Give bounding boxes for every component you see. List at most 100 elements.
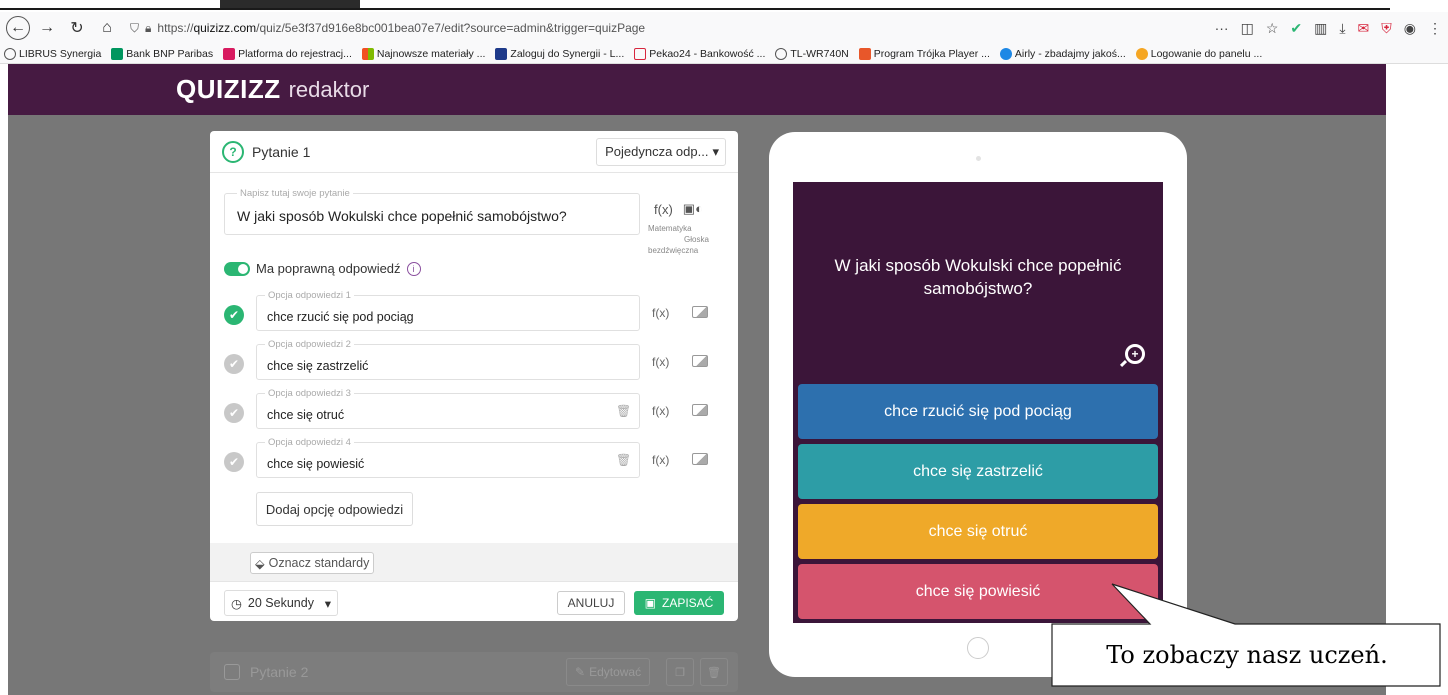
globe-icon (775, 47, 788, 60)
cancel-button[interactable]: ANULUJ (557, 591, 625, 615)
save-button[interactable]: ▣ ZAPISAĆ (634, 591, 724, 615)
preview-question: W jaki sposób Wokulski chce popełnić sam… (834, 256, 1122, 298)
correct-answer-toggle[interactable] (224, 261, 250, 276)
home-button[interactable]: ⌂ (94, 15, 120, 41)
lock-icon: 🔒︎ (145, 20, 152, 35)
duplicate-button: ❐ (666, 658, 694, 686)
quizizz-logo[interactable]: QUIZIZZ (176, 74, 281, 105)
trash-icon[interactable]: 🗑︎ (616, 404, 631, 418)
radio-icon (858, 47, 871, 60)
edit-button: ✎ Edytować (566, 658, 651, 686)
address-bar[interactable]: ⛉ 🔒︎ https://quizizz.com/quiz/5e3f37d916… (130, 16, 1130, 40)
bookmark-item[interactable]: Program Trójka Player ... (858, 47, 990, 60)
check-icon[interactable]: ✔ (224, 452, 244, 472)
answer-input[interactable]: Opcja odpowiedzi 2 chce się zastrzelić (256, 339, 640, 380)
preview-answer[interactable]: chce się otruć (798, 504, 1158, 559)
check-icon[interactable]: ✔ (224, 305, 244, 325)
tab-divider (0, 8, 1390, 10)
account-icon[interactable]: ◉ (1404, 20, 1416, 37)
editor-header: ? Pytanie 1 Pojedyncza odp... ▾ (210, 131, 738, 173)
check-icon[interactable]: ✔ (224, 403, 244, 423)
correct-answer-toggle-row: Ma poprawną odpowiedź i (224, 261, 421, 276)
trash-icon[interactable]: 🗑︎ (616, 453, 631, 467)
check-icon[interactable]: ✔ (224, 354, 244, 374)
library-icon[interactable]: ▥ (1314, 20, 1327, 37)
airly-icon (999, 47, 1012, 60)
back-button[interactable]: ← (6, 16, 30, 40)
bank-icon (111, 47, 124, 60)
extension-red-icon[interactable]: ✉ (1358, 20, 1370, 37)
bookmark-item[interactable]: Zaloguj do Synergii - L... (495, 47, 624, 60)
arrow-left-icon: ← (10, 19, 26, 36)
panel-icon (1135, 47, 1148, 60)
answer-input[interactable]: Opcja odpowiedzi 1 chce rzucić się pod p… (256, 290, 640, 331)
answer-input[interactable]: Opcja odpowiedzi 4 chce się powiesić (256, 437, 640, 478)
ublock-icon[interactable]: ⛨ (1381, 20, 1392, 37)
bookmark-item[interactable]: Pekao24 - Bankowość ... (634, 47, 765, 60)
bookmark-item[interactable]: Platforma do rejestracj... (223, 47, 352, 60)
image-audio-icon[interactable]: ▣◐ (683, 201, 703, 217)
question-type-value: Pojedyncza odp... (605, 144, 709, 159)
math-icon[interactable]: f(x) (652, 404, 669, 418)
bookmark-item[interactable]: Bank BNP Paribas (111, 47, 213, 60)
math-icon[interactable]: f(x) (652, 453, 669, 467)
toggle-label: Ma poprawną odpowiedź (256, 261, 401, 276)
question-placeholder: Napisz tutaj swoje pytanie (237, 188, 353, 199)
caret-down-icon: ▾ (712, 143, 719, 159)
time-select[interactable]: ◷ 20 Sekundy ▾ (224, 590, 338, 616)
shield-icon: ⛉ (130, 20, 140, 35)
toolbar-icons: ··· ◫ ☆ ✔ ▥ ⤓ ✉ ⛨ ◉ ⋮ (1215, 12, 1442, 44)
editor-footer: ◷ 20 Sekundy ▾ ANULUJ ▣ ZAPISAĆ (210, 581, 738, 621)
trash-icon: 🗑︎ (707, 666, 721, 679)
image-icon[interactable] (692, 404, 708, 416)
bookmark-item[interactable]: Logowanie do panelu ... (1135, 47, 1262, 60)
image-icon[interactable] (692, 355, 708, 367)
reload-button[interactable]: ↻ (64, 15, 90, 41)
pekao-icon (634, 47, 647, 60)
bookmark-item[interactable]: Najnowsze materiały ... (361, 47, 485, 60)
window-top-strip (0, 0, 1448, 12)
tag-standards-button[interactable]: ⬙ Oznacz standardy (250, 552, 375, 574)
synergia-icon (495, 47, 508, 60)
delete-button: 🗑︎ (700, 658, 728, 686)
question-input[interactable]: Napisz tutaj swoje pytanie W jaki sposób… (224, 188, 640, 235)
bookmark-item[interactable]: LIBRUS Synergia (4, 47, 101, 60)
math-icon[interactable]: f(x) (654, 202, 673, 217)
math-icon[interactable]: f(x) (652, 355, 669, 369)
tag-icon: ⬙ (255, 556, 265, 571)
checkbox-icon (224, 664, 240, 680)
tool-labels: Matematyka Głoska bezdźwięczna (648, 224, 709, 255)
image-icon[interactable] (692, 453, 708, 465)
preview-screen: W jaki sposób Wokulski chce popełnić sam… (793, 182, 1163, 623)
arrow-right-icon: → (39, 19, 55, 36)
add-option-button[interactable]: Dodaj opcję odpowiedzi (256, 492, 413, 526)
globe-icon (4, 47, 16, 60)
star-icon[interactable]: ☆ (1266, 20, 1279, 37)
more-icon[interactable]: ··· (1215, 20, 1229, 36)
pocket-icon[interactable]: ◫ (1241, 20, 1254, 37)
forward-button[interactable]: → (34, 15, 60, 41)
zoom-in-icon[interactable]: + (1125, 344, 1145, 364)
preview-answer[interactable]: chce się zastrzelić (798, 444, 1158, 499)
question-tools: f(x) ▣◐ (654, 201, 703, 217)
image-icon[interactable] (692, 306, 708, 318)
platform-icon (223, 47, 236, 60)
question-value: W jaki sposób Wokulski chce popełnić sam… (237, 208, 567, 224)
math-icon[interactable]: f(x) (652, 306, 669, 320)
answer-option: ✔ Opcja odpowiedzi 4 chce się powiesić 🗑… (224, 437, 728, 478)
download-icon[interactable]: ⤓ (1339, 20, 1345, 37)
question-2-title: Pytanie 2 (250, 664, 309, 680)
browser-toolbar: ← → ↻ ⌂ ⛉ 🔒︎ https://quizizz.com/quiz/5e… (0, 12, 1448, 44)
answer-option: ✔ Opcja odpowiedzi 2 chce się zastrzelić… (224, 339, 728, 380)
question-type-select[interactable]: Pojedyncza odp... ▾ (596, 137, 726, 166)
bookmark-item[interactable]: Airly - zbadajmy jakoś... (999, 47, 1126, 60)
adblock-extension-icon[interactable]: ✔ (1290, 20, 1302, 37)
preview-answer[interactable]: chce rzucić się pod pociąg (798, 384, 1158, 439)
url-text: https://quizizz.com/quiz/5e3f37d916e8bc0… (157, 21, 646, 35)
answer-input[interactable]: Opcja odpowiedzi 3 chce się otruć (256, 388, 640, 429)
question-2-card: Pytanie 2 ✎ Edytować ❐ 🗑︎ (210, 652, 738, 692)
pencil-icon: ✎ (575, 665, 586, 679)
info-icon[interactable]: i (406, 261, 421, 276)
menu-icon[interactable]: ⋮ (1428, 20, 1442, 37)
bookmark-item[interactable]: TL-WR740N (775, 47, 849, 60)
